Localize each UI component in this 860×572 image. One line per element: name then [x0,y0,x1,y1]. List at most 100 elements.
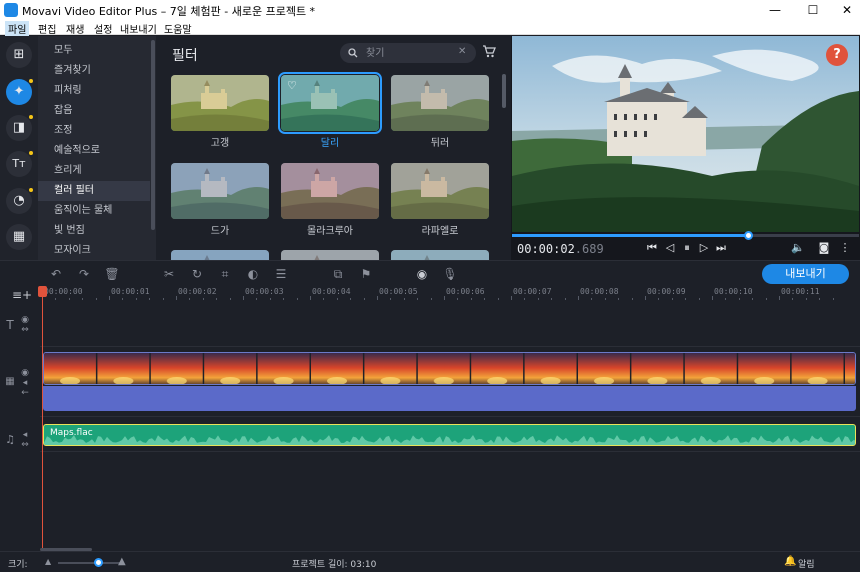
notifications-label[interactable]: 알림 [798,557,815,570]
clip-properties-icon[interactable]: ☰ [273,266,289,282]
crop-icon[interactable]: ⌗ [217,266,233,282]
previous-frame-icon[interactable]: ◁ [663,240,677,256]
filter-thumb[interactable] [391,75,489,131]
clear-search-icon[interactable]: ✕ [458,46,466,57]
filter-thumb-selected[interactable]: ♡ [278,72,382,134]
redo-icon[interactable]: ↷ [76,266,92,282]
timecode-frames: .689 [574,242,604,256]
undo-icon[interactable]: ↶ [48,266,64,282]
stickers-icon[interactable]: ◔ [6,188,32,214]
category-moving-objects[interactable]: 움직이는 물체 [38,201,150,221]
ruler-tick [229,298,231,300]
snapshot-camera-icon[interactable]: ◙ [817,240,831,256]
delete-icon[interactable]: 🗑 [104,266,120,282]
filters-icon[interactable]: ✦ [6,79,32,105]
progress-handle[interactable] [743,231,753,240]
menu-settings[interactable]: 설정 [91,21,115,36]
cut-icon[interactable]: ✂ [161,266,177,282]
ruler-tick [189,298,191,300]
search-input[interactable] [366,45,456,61]
ruler-tick [350,298,352,300]
menu-export[interactable]: 내보내기 [117,21,160,36]
overlay-icon[interactable]: ⧉ [330,266,346,282]
track-headers: ≡+ T ◉ ⇔ ▦ ◉ ◂ ← ♫ ◂ ⇔ [0,286,40,551]
ruler-tick [323,298,325,300]
filter-thumb[interactable] [281,163,379,219]
filter-thumb[interactable] [171,163,269,219]
filter-label: 드가 [210,226,230,237]
track-volume-icon[interactable]: ◂ [19,378,31,388]
pause-icon[interactable]: ⏸ [680,240,694,256]
bell-icon[interactable]: 🔔 [784,556,796,567]
category-color-filters[interactable]: 컬러 필터 [38,181,150,201]
category-adjust[interactable]: 조정 [38,121,150,141]
time-ruler[interactable]: 00:00:00 00:00:01 00:00:02 00:00:03 00:00:04… [40,286,860,300]
microphone-icon[interactable]: 🎙 [442,266,458,282]
skip-end-icon[interactable]: ⏭ [714,240,728,256]
visibility-eye-icon[interactable]: ◉ [19,315,31,325]
zoom-slider[interactable] [58,558,120,567]
ruler-tick [68,298,70,300]
marker-flag-icon[interactable]: ⚑ [358,266,374,282]
category-scrollbar[interactable] [151,40,155,230]
link-icon[interactable]: ⇔ [19,440,31,450]
category-blur[interactable]: 흐리게 [38,161,150,181]
more-tools-icon[interactable]: ▦ [6,224,32,250]
rotate-icon[interactable]: ↻ [189,266,205,282]
store-cart-icon[interactable] [482,45,496,58]
titles-icon[interactable]: Tт [6,151,32,177]
import-icon[interactable]: ⊞ [6,42,32,68]
filter-scrollbar[interactable] [502,74,506,108]
progress-fill [512,234,748,237]
playback-progress[interactable] [512,231,859,240]
track-volume-icon[interactable]: ◂ [19,430,31,440]
filter-thumb[interactable] [171,75,269,131]
transitions-icon[interactable]: ◨ [6,115,32,141]
category-noise[interactable]: 잡음 [38,101,150,121]
search-box: ✕ [340,43,476,63]
zoom-handle[interactable] [94,558,104,567]
next-frame-icon[interactable]: ▷ [697,240,711,256]
category-artistic[interactable]: 예술적으로 [38,141,150,161]
help-button[interactable]: ? [826,44,848,66]
maximize-button[interactable]: ☐ [796,0,830,20]
track-arrow-icon[interactable]: ← [19,388,31,398]
menu-edit[interactable]: 편집 [35,21,59,36]
menu-playback[interactable]: 재생 [63,21,87,36]
audio-clip[interactable]: Maps.flac [43,424,856,446]
ruler-tick [779,296,780,300]
video-clip-audio[interactable] [43,386,856,411]
more-options-icon[interactable]: ⋮ [838,240,852,256]
category-mosaic[interactable]: 모자이크 [38,241,150,260]
ruler-tick [645,296,646,300]
add-track-icon[interactable]: ≡+ [12,288,32,302]
category-favorites[interactable]: 즐겨찾기 [38,61,150,81]
export-button[interactable]: 내보내기 [762,264,849,284]
filter-thumb[interactable] [171,250,269,260]
zoom-out-icon[interactable]: ▲ [45,557,51,566]
ruler-tick [524,298,526,300]
minimize-button[interactable]: — [758,0,792,20]
category-featured[interactable]: 피처링 [38,81,150,101]
filter-thumb[interactable] [391,250,489,260]
video-clip[interactable] [43,352,856,385]
ruler-tick [122,298,124,300]
volume-icon[interactable]: 🔈 [791,240,805,256]
color-adjust-icon[interactable]: ◐ [245,266,261,282]
skip-start-icon[interactable]: ⏮ [645,240,659,256]
close-button[interactable]: ✕ [830,0,860,20]
favorite-heart-icon[interactable]: ♡ [287,79,297,92]
filter-thumb[interactable] [391,163,489,219]
zoom-in-icon[interactable]: ▲ [118,556,126,567]
playhead-handle[interactable] [38,286,47,297]
visibility-eye-icon[interactable]: ◉ [19,368,31,378]
menu-help[interactable]: 도움말 [161,21,195,36]
link-icon[interactable]: ⇔ [19,325,31,335]
category-all[interactable]: 모두 [38,41,150,61]
ruler-tick [497,298,499,300]
category-light-leaks[interactable]: 빛 번짐 [38,221,150,241]
menu-file[interactable]: 파일 [5,21,30,36]
filter-preview-image [171,75,269,131]
filter-thumb[interactable] [281,250,379,260]
webcam-record-icon[interactable]: ◉ [414,266,430,282]
